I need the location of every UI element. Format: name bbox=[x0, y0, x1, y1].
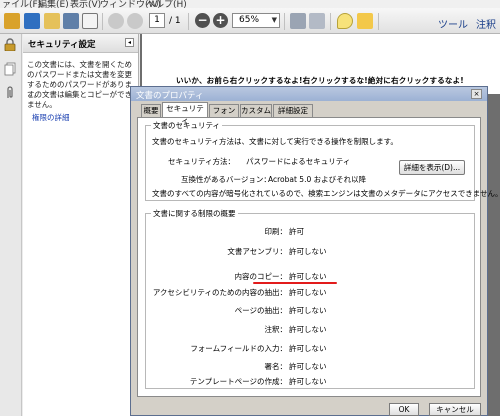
page-total: / 1 bbox=[169, 16, 181, 26]
document-text: いいか、お前ら右クリックするなよ!右クリックするな!絶対に右クリックするなよ! bbox=[176, 76, 464, 85]
next-page-icon[interactable] bbox=[127, 13, 143, 29]
zoom-in-button[interactable]: + bbox=[213, 13, 228, 28]
panel-header: セキュリティ設定 ◂ bbox=[23, 34, 138, 53]
attachment-icon[interactable] bbox=[4, 86, 16, 100]
tools-pane-button[interactable]: ツール bbox=[438, 16, 468, 31]
perm-value-copy: 許可しない bbox=[289, 272, 327, 281]
perm-label-template: テンプレートページの作成： bbox=[189, 377, 287, 386]
copy-highlight-underline bbox=[253, 282, 337, 284]
menu-view[interactable]: 表示(V) bbox=[70, 0, 101, 8]
perm-label-print: 印刷： bbox=[264, 227, 288, 236]
toolbar-separator bbox=[284, 13, 285, 30]
tab-description[interactable]: 概要 bbox=[141, 104, 161, 117]
navigation-column bbox=[0, 34, 22, 416]
toolbar-separator bbox=[330, 13, 331, 30]
security-description: 文書のセキュリティ方法は、文書に対して実行できる操作を制限します。 bbox=[152, 137, 398, 146]
dialog-title-bar[interactable]: 文書のプロパティ bbox=[131, 87, 487, 101]
save-icon[interactable] bbox=[63, 13, 79, 29]
document-page: いいか、お前ら右クリックするなよ!右クリックするな!絶対に右クリックするなよ! bbox=[142, 34, 500, 94]
edit-icon[interactable] bbox=[24, 13, 40, 29]
fit-page-icon[interactable] bbox=[290, 13, 306, 29]
tab-fonts[interactable]: フォント bbox=[209, 104, 239, 127]
perm-label-assembly: 文書アセンブリ： bbox=[227, 247, 287, 256]
security-settings-panel: セキュリティ設定 ◂ この文書には、文書を開くためのパスワードまたは文書を変更す… bbox=[23, 34, 139, 416]
document-properties-dialog: 文書のプロパティ × 概要 セキュリティ フォント カスタム 詳細設定 文書のセ… bbox=[130, 86, 500, 416]
tab-security[interactable]: セキュリティ bbox=[162, 102, 208, 125]
previous-page-icon[interactable] bbox=[108, 13, 124, 29]
perm-value-assembly: 許可しない bbox=[289, 247, 327, 256]
pages-icon[interactable] bbox=[4, 62, 16, 76]
compatibility-value: Acrobat 5.0 およびそれ以降 bbox=[268, 175, 367, 184]
zoom-select[interactable]: 65% ▼ bbox=[232, 13, 280, 28]
menu-file[interactable]: ァイル(F) bbox=[2, 0, 41, 8]
security-tab-panel: 文書のセキュリティ 文書のセキュリティ方法は、文書に対して実行できる操作を制限し… bbox=[137, 117, 500, 397]
compatibility-label: 互換性があるバージョン： bbox=[181, 175, 271, 184]
create-pdf-icon[interactable] bbox=[4, 13, 20, 29]
cancel-button[interactable]: キャンセル bbox=[429, 403, 481, 416]
lock-icon[interactable] bbox=[4, 38, 16, 52]
toolbar-separator bbox=[102, 13, 103, 30]
chevron-down-icon: ▼ bbox=[271, 16, 277, 24]
show-details-button[interactable]: 詳細を表示(D)... bbox=[399, 160, 465, 175]
zoom-out-button[interactable]: − bbox=[195, 13, 210, 28]
security-method-value: パスワードによるセキュリティ bbox=[246, 157, 351, 166]
panel-title: セキュリティ設定 bbox=[28, 40, 96, 50]
perm-value-template: 許可しない bbox=[289, 377, 327, 386]
highlight-icon[interactable] bbox=[357, 13, 373, 29]
close-button[interactable]: × bbox=[471, 89, 482, 99]
app-window: ァイル(F) 編集(E) 表示(V) ウィンドウ(W) ヘルプ(H) 1 / 1… bbox=[0, 0, 500, 416]
fit-width-icon[interactable] bbox=[309, 13, 325, 29]
perm-value-comments: 許可しない bbox=[289, 325, 327, 334]
perm-label-signing: 署名： bbox=[264, 362, 288, 371]
perm-label-copy: 内容のコピー： bbox=[234, 272, 288, 281]
permission-details-link[interactable]: 権限の詳細 bbox=[32, 112, 70, 123]
dialog-title: 文書のプロパティ bbox=[136, 91, 204, 101]
panel-options-button[interactable]: ◂ bbox=[125, 38, 134, 47]
tab-advanced[interactable]: 詳細設定 bbox=[273, 104, 313, 117]
menu-help[interactable]: ヘルプ(H) bbox=[146, 0, 187, 8]
ok-button[interactable]: OK bbox=[389, 403, 419, 416]
restriction-notice: この文書は編集とコピーができません。 bbox=[27, 90, 132, 109]
menu-bar: ァイル(F) 編集(E) 表示(V) ウィンドウ(W) ヘルプ(H) bbox=[0, 0, 500, 8]
perm-label-form-fill: フォームフィールドの入力： bbox=[190, 344, 287, 353]
restrictions-summary-group: 文書に関する制限の概要 印刷： 許可 文書アセンブリ： 許可しない 内容のコピー… bbox=[145, 208, 475, 389]
group-title: 文書に関する制限の概要 bbox=[151, 208, 238, 219]
perm-value-form-fill: 許可しない bbox=[289, 344, 327, 353]
perm-value-accessibility: 許可しない bbox=[289, 288, 327, 297]
tab-custom[interactable]: カスタム bbox=[240, 104, 272, 117]
perm-label-comments: 注釈： bbox=[264, 325, 288, 334]
toolbar-separator bbox=[188, 13, 189, 30]
perm-value-print: 許可 bbox=[289, 227, 304, 236]
mail-icon[interactable] bbox=[82, 13, 98, 29]
security-method-label: セキュリティ方法： bbox=[168, 157, 236, 166]
perm-value-signing: 許可しない bbox=[289, 362, 327, 371]
toolbar: 1 / 1 − + 65% ▼ ツール 注釈 bbox=[0, 8, 500, 34]
current-page-input[interactable]: 1 bbox=[149, 13, 165, 28]
perm-label-page-extraction: ページの抽出： bbox=[234, 306, 287, 315]
comment-pane-button[interactable]: 注釈 bbox=[476, 16, 496, 31]
perm-label-accessibility: アクセシビリティのための内容の抽出： bbox=[152, 288, 287, 297]
document-security-group: 文書のセキュリティ 文書のセキュリティ方法は、文書に対して実行できる操作を制限し… bbox=[145, 120, 500, 201]
toolbar-separator bbox=[378, 13, 379, 30]
comment-icon[interactable] bbox=[337, 13, 353, 29]
open-folder-icon[interactable] bbox=[44, 13, 60, 29]
perm-value-page-extraction: 許可しない bbox=[289, 306, 327, 315]
zoom-value: 65% bbox=[239, 15, 260, 25]
menu-edit[interactable]: 編集(E) bbox=[38, 0, 69, 8]
encryption-note: 文書のすべての内容が暗号化されているので、検索エンジンは文書のメタデータにアクセ… bbox=[152, 189, 500, 198]
